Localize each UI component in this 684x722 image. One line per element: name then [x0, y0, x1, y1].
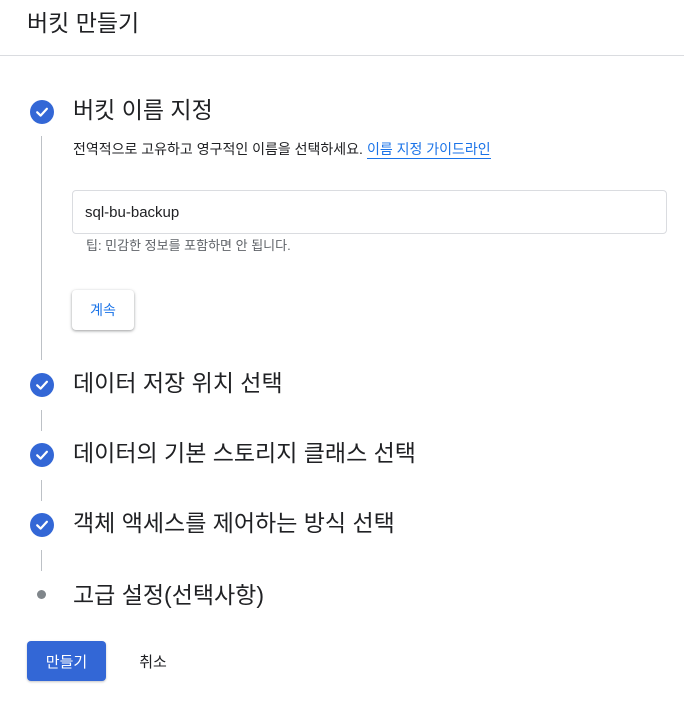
bucket-name-input[interactable]: [85, 191, 645, 233]
bullet-icon: [37, 590, 46, 599]
check-circle-icon: [30, 443, 54, 467]
step-title-bucket-name[interactable]: 버킷 이름 지정: [73, 95, 213, 125]
check-circle-icon: [30, 373, 54, 397]
step-connector: [41, 410, 42, 431]
description-text: 전역적으로 고유하고 영구적인 이름을 선택하세요.: [73, 141, 363, 157]
bucket-name-field[interactable]: [72, 190, 667, 234]
step-description: 전역적으로 고유하고 영구적인 이름을 선택하세요. 이름 지정 가이드라인: [73, 138, 491, 160]
step-title-location[interactable]: 데이터 저장 위치 선택: [73, 368, 283, 398]
page-header: 버킷 만들기: [0, 0, 684, 56]
check-circle-icon: [30, 513, 54, 537]
step-title-advanced-settings[interactable]: 고급 설정(선택사항): [73, 580, 264, 610]
step-title-access-control[interactable]: 객체 액세스를 제어하는 방식 선택: [73, 508, 395, 538]
page-title: 버킷 만들기: [27, 10, 140, 36]
continue-button[interactable]: 계속: [72, 290, 134, 330]
cancel-button[interactable]: 취소: [124, 641, 182, 681]
naming-guide-link[interactable]: 이름 지정 가이드라인: [366, 141, 491, 159]
create-button[interactable]: 만들기: [27, 641, 106, 681]
check-circle-icon: [30, 100, 54, 124]
step-connector: [41, 550, 42, 571]
step-connector: [41, 480, 42, 501]
step-connector: [41, 136, 42, 360]
step-title-storage-class[interactable]: 데이터의 기본 스토리지 클래스 선택: [73, 438, 416, 468]
input-hint: 팁: 민감한 정보를 포함하면 안 됩니다.: [86, 238, 291, 253]
